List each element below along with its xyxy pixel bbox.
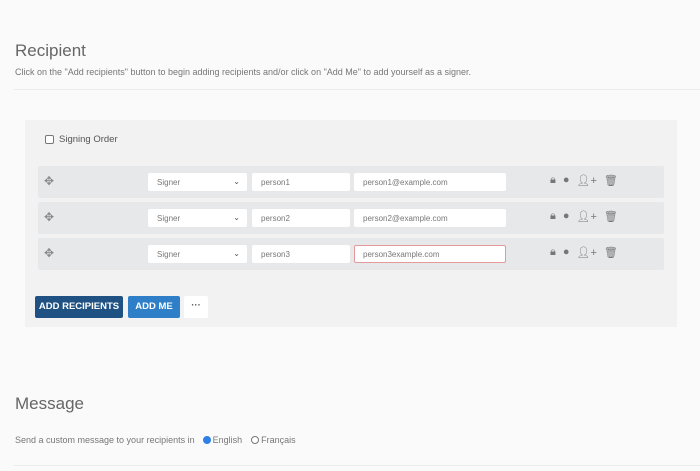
user-plus-icon[interactable]: 👤︎+ — [577, 210, 597, 223]
recipient-row: ✥ Signer ⌄ person2 person2@example.com 🔒︎… — [38, 202, 664, 234]
name-input[interactable]: person1 — [252, 173, 350, 191]
chevron-down-icon: ⌄ — [233, 213, 240, 222]
radio-unselected[interactable] — [251, 436, 260, 444]
lock-icon[interactable]: 🔒︎ — [550, 210, 556, 223]
email-input[interactable]: person3example.com — [354, 245, 506, 263]
role-value: Signer — [157, 178, 181, 187]
name-input[interactable]: person2 — [252, 209, 350, 227]
checkbox[interactable] — [45, 135, 54, 144]
role-select[interactable]: Signer ⌄ — [148, 173, 247, 191]
message-title: Message — [15, 394, 84, 413]
english-label: English — [212, 435, 243, 445]
divider — [14, 465, 700, 466]
divider — [14, 89, 700, 90]
drag-handle-icon[interactable]: ✥ — [44, 210, 54, 224]
language-prompt: Send a custom message to your recipients… — [15, 435, 195, 445]
signing-order-checkbox[interactable]: Signing Order — [45, 134, 118, 145]
lock-icon[interactable]: 🔒︎ — [550, 174, 556, 187]
role-select[interactable]: Signer ⌄ — [148, 209, 247, 227]
comment-icon[interactable]: ● — [563, 246, 570, 259]
user-plus-icon[interactable]: 👤︎+ — [577, 174, 597, 187]
radio-francais[interactable]: Français — [251, 435, 296, 445]
role-value: Signer — [157, 214, 181, 223]
lock-icon[interactable]: 🔒︎ — [550, 246, 556, 259]
recipient-description: Click on the "Add recipients" button to … — [15, 67, 472, 77]
trash-icon[interactable]: 🗑︎ — [604, 174, 618, 187]
role-select[interactable]: Signer ⌄ — [148, 245, 247, 263]
recipient-row: ✥ Signer ⌄ person1 person1@example.com 🔒︎… — [38, 166, 664, 198]
signing-order-label: Signing Order — [59, 134, 118, 145]
radio-selected[interactable] — [202, 436, 211, 444]
chevron-down-icon: ⌄ — [233, 177, 240, 186]
role-value: Signer — [157, 250, 181, 259]
recipient-title: Recipient — [15, 41, 86, 60]
chevron-down-icon: ⌄ — [233, 249, 240, 258]
message-language-row: Send a custom message to your recipients… — [15, 435, 296, 445]
radio-english[interactable]: English — [202, 435, 243, 445]
user-plus-icon[interactable]: 👤︎+ — [577, 246, 597, 259]
email-input[interactable]: person2@example.com — [354, 209, 506, 227]
trash-icon[interactable]: 🗑︎ — [604, 246, 618, 259]
drag-handle-icon[interactable]: ✥ — [44, 246, 54, 260]
add-recipients-button[interactable]: ADD RECIPIENTS — [35, 296, 123, 318]
comment-icon[interactable]: ● — [563, 174, 570, 187]
comment-icon[interactable]: ● — [563, 210, 570, 223]
recipient-row: ✥ Signer ⌄ person3 person3example.com 🔒︎ ●… — [38, 238, 664, 270]
drag-handle-icon[interactable]: ✥ — [44, 174, 54, 188]
add-me-button[interactable]: ADD ME — [128, 296, 180, 318]
trash-icon[interactable]: 🗑︎ — [604, 210, 618, 223]
name-input[interactable]: person3 — [252, 245, 350, 263]
more-options-button[interactable]: ··· — [184, 296, 208, 318]
francais-label: Français — [261, 435, 296, 445]
email-input[interactable]: person1@example.com — [354, 173, 506, 191]
